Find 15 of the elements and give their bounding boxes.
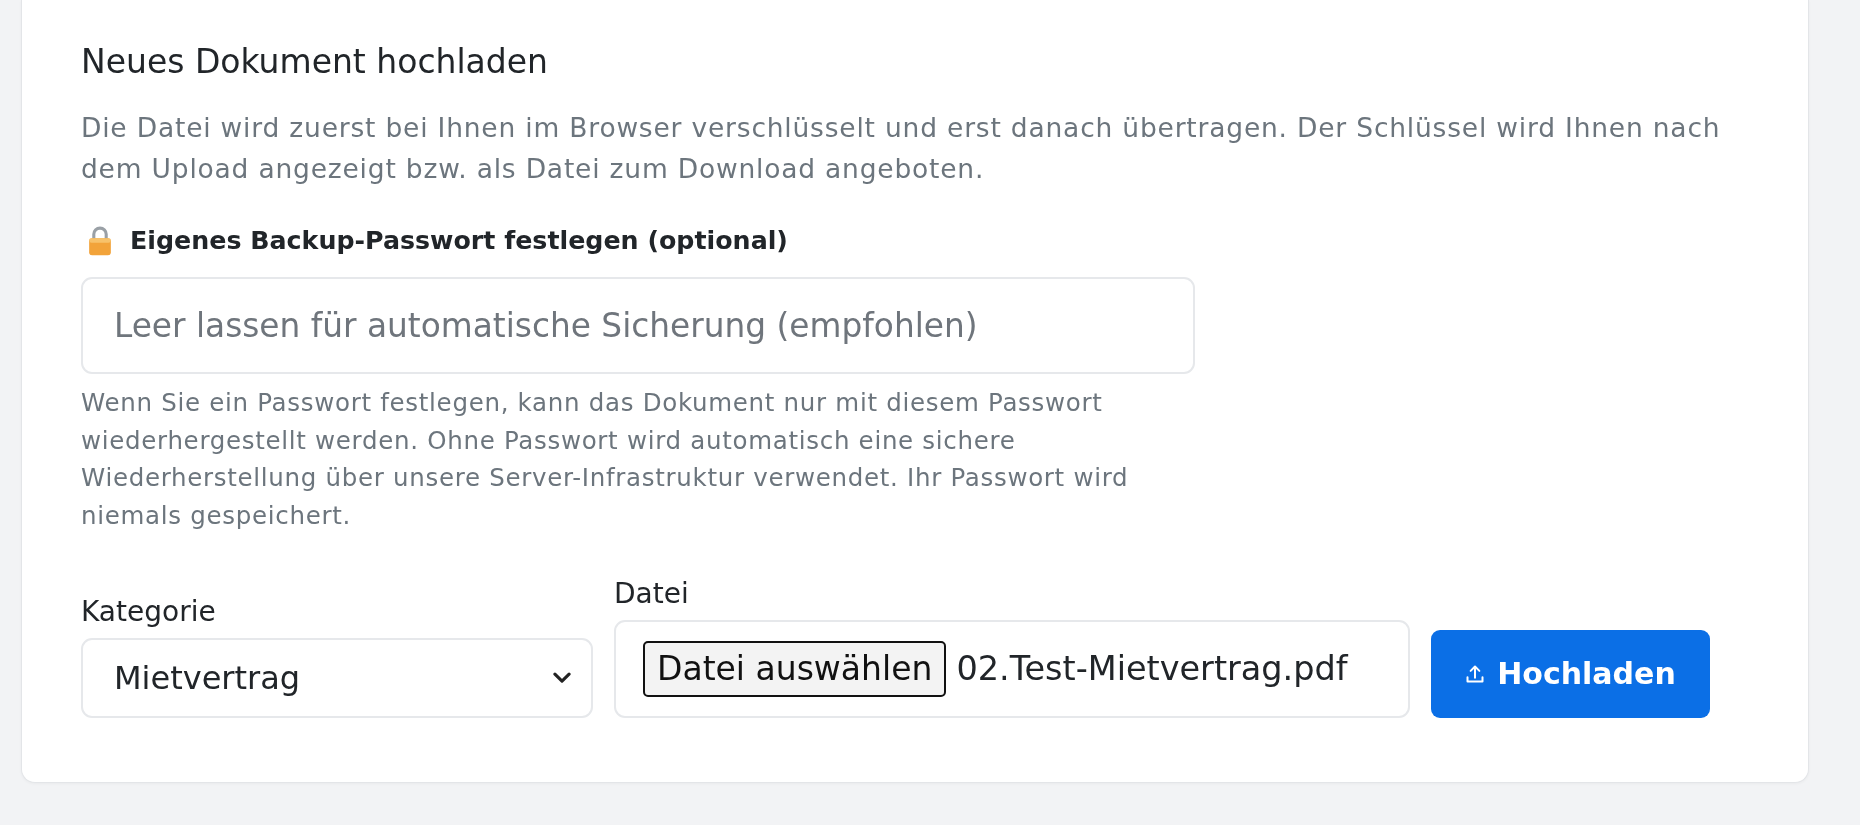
chevron-down-icon [553, 671, 571, 684]
upload-icon [1465, 663, 1486, 684]
password-input[interactable]: Leer lassen für automatische Sicherung (empfohlen) [81, 277, 1195, 374]
upload-button[interactable]: Hochladen [1431, 629, 1710, 718]
description-text: Die Datei wird zuerst bei Ihnen im Browser verschlüsselt und erst danach übertragen. Der Schlüssel wird Ihnen nach dem Upload angezeigt bzw. als Datei zum Download angeboten. [81, 111, 1722, 186]
section-title: Neues Dokument hochladen [81, 44, 549, 80]
choose-file-button[interactable]: Datei auswählen [643, 640, 947, 697]
category-label: Kategorie [81, 595, 217, 628]
lock-icon [87, 225, 113, 256]
password-label: Eigenes Backup-Passwort festlegen (optional) [130, 225, 788, 256]
file-label: Datei [614, 577, 690, 610]
category-select[interactable]: Mietvertrag [81, 637, 593, 718]
file-input[interactable]: Datei auswählen 02.Test-Mietvertrag.pdf [614, 619, 1410, 718]
password-help-text: Wenn Sie ein Passwort festlegen, kann das Dokument nur mit diesem Passwort wiederhergestellt werden. Ohne Passwort wird automatisch eine sichere Wiederherstellung über unsere Server-Infrastruktur verwendet. Ihr Passwort wird niemals gespeichert. [81, 387, 1130, 533]
file-name: 02.Test-Mietvertrag.pdf [956, 649, 1348, 689]
